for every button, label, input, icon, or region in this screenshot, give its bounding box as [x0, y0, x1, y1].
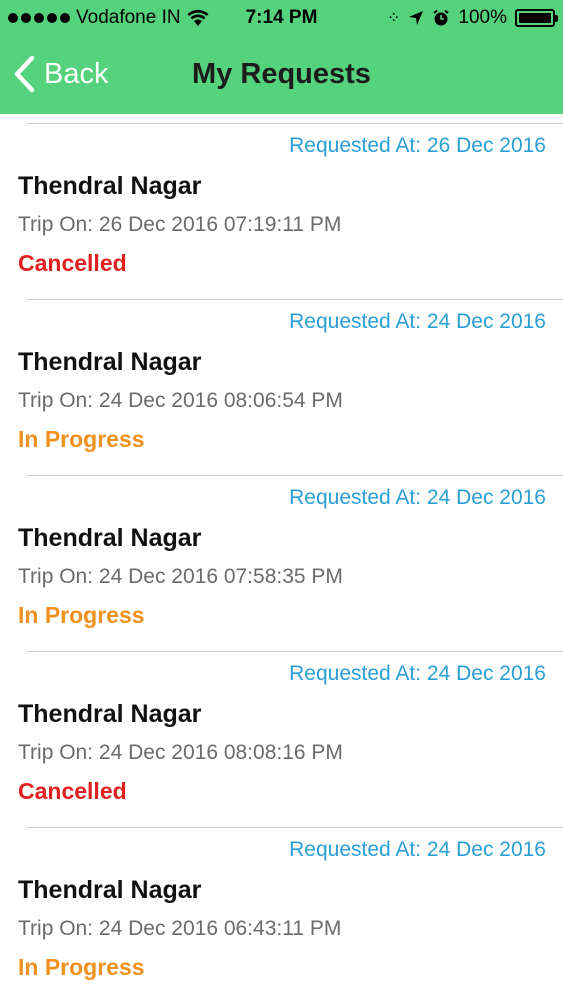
- requested-at: Requested At: 24 Dec 2016: [289, 662, 546, 685]
- status-right: ⁘ 100%: [386, 7, 558, 29]
- trip-time: Trip On: 24 Dec 2016 06:43:11 PM: [18, 917, 342, 940]
- page-title: My Requests: [192, 58, 371, 90]
- request-item[interactable]: Requested At: 24 Dec 2016 Thendral Nagar…: [18, 300, 563, 476]
- status-label: Cancelled: [18, 250, 127, 276]
- requested-at: Requested At: 24 Dec 2016: [289, 486, 546, 509]
- request-item[interactable]: Requested At: 24 Dec 2016 Thendral Nagar…: [18, 828, 563, 1004]
- request-item[interactable]: Requested At: 24 Dec 2016 Thendral Nagar…: [18, 652, 563, 828]
- place-name: Thendral Nagar: [18, 700, 202, 728]
- status-label: In Progress: [18, 602, 145, 628]
- battery-percent: 100%: [458, 7, 507, 28]
- requested-at: Requested At: 24 Dec 2016: [289, 838, 546, 861]
- trip-time: Trip On: 26 Dec 2016 07:19:11 PM: [18, 213, 342, 236]
- location-arrow-icon: [409, 11, 424, 25]
- place-name: Thendral Nagar: [18, 348, 202, 376]
- navigation-bar: Back My Requests: [0, 36, 563, 114]
- requested-at: Requested At: 24 Dec 2016: [289, 310, 546, 333]
- place-name: Thendral Nagar: [18, 172, 202, 200]
- alarm-icon: [433, 9, 450, 26]
- status-label: Cancelled: [18, 778, 127, 804]
- battery-icon: [515, 9, 558, 27]
- trip-time: Trip On: 24 Dec 2016 07:58:35 PM: [18, 565, 343, 588]
- request-item[interactable]: Requested At: 24 Dec 2016 Thendral Nagar…: [18, 476, 563, 652]
- request-item[interactable]: Requested At: 26 Dec 2016 Thendral Nagar…: [18, 124, 563, 300]
- status-label: In Progress: [18, 954, 145, 980]
- status-label: In Progress: [18, 426, 145, 452]
- status-bar: Vodafone IN 7:14 PM ⁘ 100%: [0, 0, 563, 36]
- place-name: Thendral Nagar: [18, 876, 202, 904]
- place-name: Thendral Nagar: [18, 524, 202, 552]
- activity-icon: ⁘: [386, 10, 401, 27]
- requests-list: Requested At: 26 Dec 2016 Thendral Nagar…: [0, 114, 563, 1004]
- list-divider: [26, 114, 563, 124]
- trip-time: Trip On: 24 Dec 2016 08:06:54 PM: [18, 389, 343, 412]
- trip-time: Trip On: 24 Dec 2016 08:08:16 PM: [18, 741, 343, 764]
- requested-at: Requested At: 26 Dec 2016: [289, 134, 546, 157]
